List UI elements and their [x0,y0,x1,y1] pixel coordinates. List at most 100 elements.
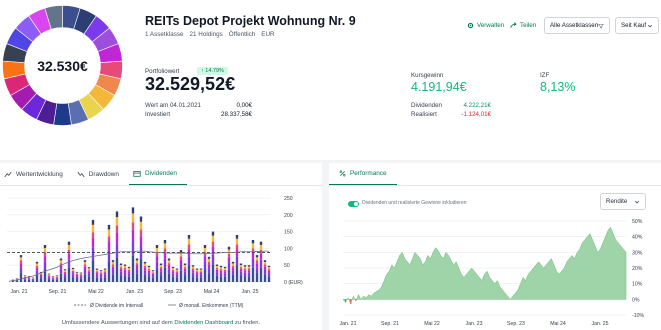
dividend-bar [51,279,55,282]
dividend-bar [239,264,243,268]
dividend-bar [67,253,71,260]
dividend-dashboard-link[interactable]: Dividenden Dashboard [174,320,233,326]
dividend-bar [19,272,23,282]
dividend-bar [51,278,55,280]
dividend-bar [223,269,227,272]
dividend-bar [167,258,171,261]
footer-suffix: zu finden. [234,320,261,326]
dividend-bar [183,263,187,265]
dividend-bar [183,275,187,282]
dividend-bar [203,261,207,270]
dividend-bar [183,264,187,268]
dividend-bar [119,275,123,282]
tab-label-performance: Performance [350,170,387,177]
dividend-bar [267,273,271,277]
dividend-bar [107,229,111,237]
dividend-bar [247,272,251,277]
dividend-bar [195,274,199,278]
dividend-bar [263,261,267,265]
dividend-bar [187,244,191,250]
dividend-bar [239,267,243,270]
dividend-bar [111,264,115,267]
portfolio-title: REITs Depot Projekt Wohnung Nr. 9 [145,14,356,28]
dividend-bar [227,246,231,250]
dividend-bar [23,275,27,276]
dividend-bar [267,265,271,268]
dividend-bar [175,272,179,275]
share-button[interactable]: Teilen [510,22,536,29]
dividend-bar [115,211,119,218]
dividend-bar [15,280,19,282]
dividend-bar [83,274,87,282]
include-dividends-toggle[interactable] [348,201,359,207]
dividend-bar [147,269,151,271]
dividend-bar [139,259,143,282]
dividend-bar [79,273,83,275]
dividend-bar [195,277,199,282]
dividend-bar [167,265,171,270]
dividend-bar [59,260,63,264]
dividend-bar [91,219,95,225]
dividend-bar [231,267,235,271]
period-select[interactable]: Seit Kauf [615,17,659,34]
dividend-bar [31,278,35,280]
dividend-bar [247,268,251,271]
asset-class-filter[interactable]: Alle Assetklassen [544,17,610,34]
dividend-bar [27,277,31,279]
dividend-bar [263,266,267,270]
dividend-bar [23,276,27,278]
dividend-bar [203,256,207,262]
manage-label: Verwalten [477,22,505,29]
dividend-bar [143,265,147,268]
dividend-bar [267,269,271,271]
dividend-bar [227,257,231,263]
tab-performance[interactable]: Performance [329,163,397,185]
dividend-bar [231,270,235,275]
dividend-bar [83,260,87,262]
dividend-bar [39,278,43,282]
dividend-bar [167,260,171,264]
dividend-bar [155,269,159,282]
dividend-bar [171,268,175,270]
dividend-bar [35,261,39,264]
dividend-bar [199,277,203,282]
dividend-bar [75,276,79,279]
dividend-bar [147,270,151,274]
dividend-bar [251,240,255,244]
dividend-bar [27,278,31,280]
dividend-bar [243,276,247,282]
metric-select[interactable]: Rendite [600,193,646,210]
tab-drawdown[interactable]: Drawdown [73,163,129,185]
dividend-bar [227,249,231,254]
dividend-bar [267,270,271,274]
dividend-bar [131,213,135,223]
drawdown-icon [77,171,85,177]
tab-label-dividenden: Dividenden [144,170,177,177]
dividend-bar [135,269,139,274]
dividend-bar [91,260,95,282]
dividend-bar [127,269,131,272]
dividend-bar [167,269,171,274]
dividend-bar [235,256,239,266]
dividend-bar [143,261,147,264]
dividend-bar [171,276,175,282]
dividend-bar [167,263,171,266]
dividend-bar [203,252,207,257]
y-tick-label: 50% [632,219,643,225]
performance-area [342,226,627,305]
dividend-bar [151,272,155,274]
tab-wertentwicklung[interactable]: Wertentwicklung [0,163,73,185]
dividend-bar [43,247,47,253]
dividend-bar [239,271,243,276]
dividend-bar [235,234,239,239]
dividend-bar [135,273,139,282]
dividend-bar [219,270,223,274]
dividend-bar [87,267,91,269]
allocation-donut[interactable]: 32.530€ [0,3,125,128]
tab-dividenden[interactable]: Dividenden [128,163,187,185]
dividend-bar [203,247,207,253]
dividend-bar [35,265,39,268]
dividend-bar [79,275,83,277]
dividend-bar [143,263,147,266]
manage-button[interactable]: Verwalten [467,22,504,29]
